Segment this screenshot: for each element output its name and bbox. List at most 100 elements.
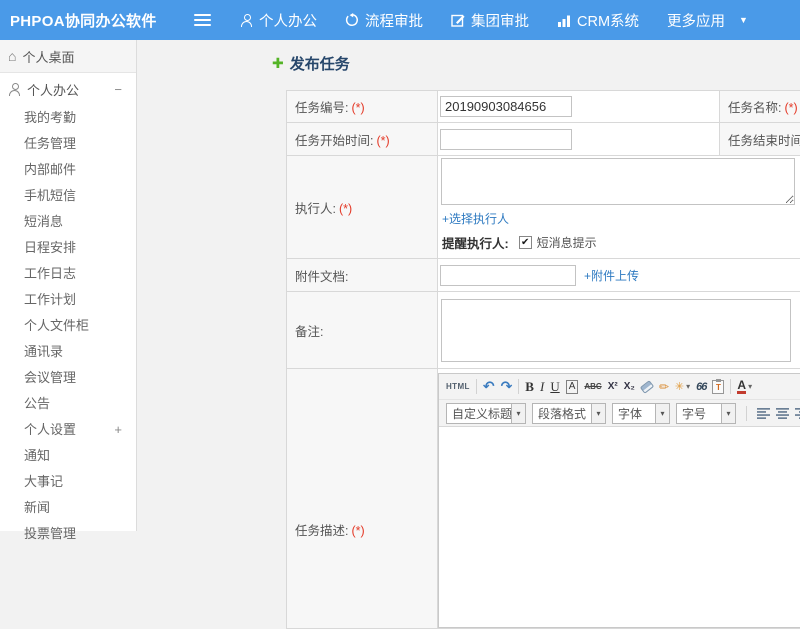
sidebar-item-internal-mail[interactable]: 内部邮件 xyxy=(0,157,136,183)
collapse-icon[interactable]: − xyxy=(114,82,122,97)
start-time-input[interactable] xyxy=(440,129,572,150)
nav-label: 更多应用 xyxy=(667,10,725,31)
underline-button[interactable]: U xyxy=(550,379,559,395)
sidebar: ⌂ 个人桌面 个人办公 − 我的考勤 任务管理 内部邮件 手机短信 短消息 日程… xyxy=(0,40,137,531)
caret-down-icon: ▾ xyxy=(686,382,690,391)
caret-down-icon: ▾ xyxy=(748,382,752,391)
rich-text-editor: HTML ↶ ↷ B I U A ABC X² X₂ xyxy=(438,373,800,628)
form-row: 任务编号:(*) 任务名称:(*) xyxy=(287,91,800,123)
sidebar-item-notice[interactable]: 通知 xyxy=(0,443,136,469)
form-row: 任务描述:(*) HTML ↶ ↷ B I U A xyxy=(287,369,800,629)
attachment-upload-link[interactable]: +附件上传 xyxy=(584,267,639,284)
nav-label: 流程审批 xyxy=(365,10,423,31)
nav-group-approval[interactable]: 集团审批 xyxy=(451,10,529,31)
subscript-button[interactable]: X₂ xyxy=(624,381,635,392)
auto-typeset-button[interactable]: ✳▾ xyxy=(675,380,690,393)
nav-crm-system[interactable]: CRM系统 xyxy=(557,10,639,31)
nav-more-apps[interactable]: 更多应用 ▼ xyxy=(667,10,748,31)
form-row: 执行人:(*) +选择执行人 提醒执行人: ✔ 短消息提示 xyxy=(287,156,800,259)
caret-down-icon: ▾ xyxy=(655,404,669,423)
page-title-text: 发布任务 xyxy=(290,53,350,74)
required-mark: (*) xyxy=(351,101,364,115)
edit-icon xyxy=(451,13,465,27)
editor-content-area[interactable] xyxy=(439,427,800,627)
task-name-label: 任务名称:(*) xyxy=(720,91,800,123)
app-logo[interactable]: PHPOA协同办公软件 xyxy=(10,10,162,31)
page-title: ✚ 发布任务 xyxy=(272,53,800,74)
paragraph-format-select[interactable]: 段落格式▾ xyxy=(532,403,606,424)
sidebar-item-task-management[interactable]: 任务管理 xyxy=(0,131,136,157)
html-source-button[interactable]: HTML xyxy=(446,382,470,391)
end-time-label: 任务结束时间:(*) xyxy=(720,123,800,156)
sms-checkbox[interactable]: ✔ xyxy=(519,236,532,249)
sidebar-item-vote[interactable]: 投票管理 xyxy=(0,521,136,547)
editor-toolbar-row1: HTML ↶ ↷ B I U A ABC X² X₂ xyxy=(439,374,800,400)
form-row: 任务开始时间:(*) 任务结束时间:(*) xyxy=(287,123,800,156)
sidebar-item-mobile-sms[interactable]: 手机短信 xyxy=(0,183,136,209)
sidebar-item-work-log[interactable]: 工作日志 xyxy=(0,261,136,287)
align-center-icon[interactable] xyxy=(776,408,789,419)
toolbar-separator xyxy=(730,379,731,394)
sidebar-item-personal-office[interactable]: 个人办公 − xyxy=(0,73,136,105)
bold-button[interactable]: B xyxy=(525,379,534,395)
sidebar-item-announcement[interactable]: 公告 xyxy=(0,391,136,417)
blockquote-button[interactable]: 66 xyxy=(696,381,706,393)
font-color-button[interactable]: A▾ xyxy=(737,379,752,394)
sidebar-item-personal-files[interactable]: 个人文件柜 xyxy=(0,313,136,339)
sidebar-item-label: 个人桌面 xyxy=(22,47,74,66)
sparkle-icon: ✳ xyxy=(675,380,684,393)
remind-executor-label: 提醒执行人: xyxy=(442,233,509,252)
nav-label: 个人办公 xyxy=(259,10,317,31)
required-mark: (*) xyxy=(376,134,389,148)
home-icon: ⌂ xyxy=(8,49,16,63)
executor-textarea[interactable] xyxy=(441,158,795,205)
sidebar-item-schedule[interactable]: 日程安排 xyxy=(0,235,136,261)
sidebar-item-short-message[interactable]: 短消息 xyxy=(0,209,136,235)
paste-as-text-icon[interactable]: T xyxy=(712,380,724,394)
superscript-button[interactable]: X² xyxy=(608,381,618,392)
nav-personal-office[interactable]: 个人办公 xyxy=(240,10,317,31)
font-family-select[interactable]: 字体▾ xyxy=(612,403,670,424)
caret-down-icon: ▾ xyxy=(511,404,525,423)
custom-title-select[interactable]: 自定义标题▾ xyxy=(446,403,526,424)
undo-icon[interactable]: ↶ xyxy=(483,378,495,395)
sidebar-item-my-attendance[interactable]: 我的考勤 xyxy=(0,105,136,131)
attachment-label: 附件文档: xyxy=(287,259,438,292)
sidebar-item-meeting-management[interactable]: 会议管理 xyxy=(0,365,136,391)
remark-textarea[interactable] xyxy=(441,299,791,362)
eraser-icon[interactable] xyxy=(641,383,653,391)
top-nav: 个人办公 流程审批 集团审批 CRM系统 更多应用 ▼ xyxy=(240,10,776,31)
font-style-button[interactable]: A xyxy=(566,380,579,394)
redo-icon[interactable]: ↷ xyxy=(501,378,513,395)
sidebar-item-events[interactable]: 大事记 xyxy=(0,469,136,495)
required-mark: (*) xyxy=(339,202,352,216)
sidebar-item-work-plan[interactable]: 工作计划 xyxy=(0,287,136,313)
process-icon xyxy=(345,13,359,27)
sidebar-item-contacts[interactable]: 通讯录 xyxy=(0,339,136,365)
caret-down-icon: ▼ xyxy=(739,15,748,25)
plus-icon: ✚ xyxy=(272,55,284,72)
nav-process-approval[interactable]: 流程审批 xyxy=(345,10,423,31)
font-size-select[interactable]: 字号▾ xyxy=(676,403,736,424)
content-area: ✚ 发布任务 任务编号:(*) 任务名称:(*) 任务开始时间:(*) 任务结束… xyxy=(137,40,800,531)
caret-down-icon: ▾ xyxy=(591,404,605,423)
sidebar-item-news[interactable]: 新闻 xyxy=(0,495,136,521)
menu-toggle-icon[interactable] xyxy=(194,11,211,29)
form-row: 附件文档: +附件上传 xyxy=(287,259,800,292)
task-no-input[interactable] xyxy=(440,96,572,117)
description-label: 任务描述:(*) xyxy=(287,369,438,629)
expand-icon[interactable]: + xyxy=(114,417,122,443)
align-right-icon[interactable] xyxy=(795,408,800,419)
attachment-input[interactable] xyxy=(440,265,576,286)
strikethrough-button[interactable]: ABC xyxy=(584,382,601,391)
italic-button[interactable]: I xyxy=(540,379,544,395)
format-brush-icon[interactable]: ✏ xyxy=(659,380,669,394)
chart-icon xyxy=(557,14,571,27)
sidebar-item-label: 个人办公 xyxy=(27,80,79,99)
publish-task-form: 任务编号:(*) 任务名称:(*) 任务开始时间:(*) 任务结束时间:(*) … xyxy=(286,90,800,629)
sidebar-item-personal-desktop[interactable]: ⌂ 个人桌面 xyxy=(0,40,136,73)
align-left-icon[interactable] xyxy=(757,408,770,419)
task-no-label: 任务编号:(*) xyxy=(287,91,438,123)
sidebar-item-personal-settings[interactable]: 个人设置+ xyxy=(0,417,136,443)
select-executor-link[interactable]: +选择执行人 xyxy=(442,210,800,227)
